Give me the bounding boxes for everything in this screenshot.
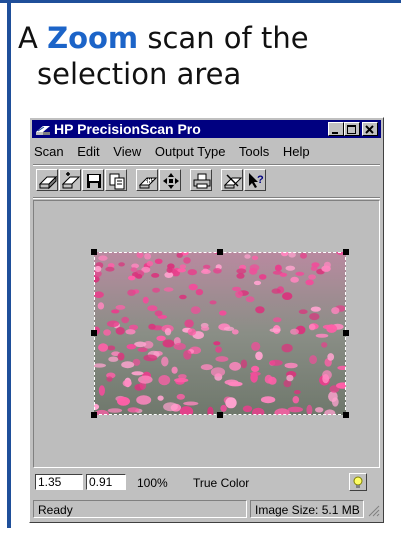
- copy-icon: [109, 173, 125, 190]
- menu-scan[interactable]: Scan: [34, 144, 64, 159]
- new-scan-button[interactable]: [59, 169, 81, 191]
- copy-button[interactable]: [105, 169, 127, 191]
- scan-icon: [39, 175, 57, 190]
- caption-line-2: selection area: [37, 57, 242, 91]
- minimize-button[interactable]: [328, 122, 344, 136]
- scanner-app-icon: [35, 122, 51, 141]
- status-pane: Ready: [33, 500, 247, 518]
- window-title: HP PrecisionScan Pro: [54, 121, 201, 137]
- print-button[interactable]: [190, 169, 212, 191]
- status-text: Ready: [38, 503, 73, 517]
- move-button[interactable]: [159, 169, 181, 191]
- caption-line-1: A Zoom scan of the: [18, 20, 388, 56]
- menu-tools[interactable]: Tools: [239, 144, 269, 159]
- selection-handle[interactable]: [217, 412, 223, 418]
- status-bar: Ready Image Size: 5.1 MB: [32, 499, 381, 519]
- selection-handle[interactable]: [91, 249, 97, 255]
- image-size: Image Size: 5.1 MB: [255, 503, 360, 517]
- scanner-window: HP PrecisionScan Pro Scan Edit View Outp…: [29, 117, 384, 523]
- minimize-icon: [332, 132, 338, 134]
- left-border: [7, 3, 11, 528]
- color-mode: True Color: [193, 476, 250, 490]
- measure-row: 1.35 0.91 100% True Color: [33, 473, 380, 493]
- caption: A Zoom scan of the selection area: [18, 20, 388, 92]
- close-button[interactable]: [362, 122, 378, 136]
- selection-handle[interactable]: [343, 412, 349, 418]
- bulb-button[interactable]: [349, 473, 367, 491]
- menu-bar: Scan Edit View Output Type Tools Help: [34, 142, 320, 162]
- zoom-level: 100%: [137, 476, 168, 490]
- menu-help[interactable]: Help: [283, 144, 310, 159]
- save-button[interactable]: [82, 169, 104, 191]
- resize-grip-icon[interactable]: [366, 503, 380, 517]
- menu-edit[interactable]: Edit: [77, 144, 99, 159]
- menu-output-type[interactable]: Output Type: [155, 144, 226, 159]
- preview-area[interactable]: [33, 200, 380, 468]
- svg-text:?: ?: [257, 174, 264, 186]
- maximize-button[interactable]: [344, 122, 360, 136]
- save-icon: [87, 174, 101, 188]
- caption-prefix: A: [18, 21, 48, 55]
- settings-button[interactable]: [221, 169, 243, 191]
- scan-button[interactable]: [36, 169, 58, 191]
- selection-handle[interactable]: [343, 330, 349, 336]
- selection-area[interactable]: [94, 252, 346, 415]
- selection-handle[interactable]: [343, 249, 349, 255]
- new-scan-icon: [62, 172, 80, 189]
- zoom-scan-button[interactable]: [136, 169, 158, 191]
- image-size-pane: Image Size: 5.1 MB: [250, 500, 364, 518]
- caption-suffix: scan of the: [138, 21, 309, 55]
- settings-icon: [224, 174, 242, 189]
- print-icon: [193, 173, 211, 189]
- selection-handle[interactable]: [91, 412, 97, 418]
- maximize-icon: [347, 125, 356, 134]
- selection-handle[interactable]: [91, 330, 97, 336]
- menu-view[interactable]: View: [113, 144, 141, 159]
- height-field[interactable]: 0.91: [86, 474, 126, 490]
- width-field[interactable]: 1.35: [35, 474, 83, 490]
- title-bar[interactable]: HP PrecisionScan Pro: [32, 120, 381, 138]
- top-border: [0, 0, 401, 3]
- close-icon: [365, 125, 374, 134]
- toolbar-separator: [33, 197, 380, 199]
- light-bulb-icon: [353, 476, 363, 488]
- help-pointer-icon: ?: [249, 173, 264, 188]
- selection-handle[interactable]: [217, 249, 223, 255]
- move-icon: [163, 173, 179, 189]
- zoom-scan-icon: [139, 177, 157, 189]
- help-pointer-button[interactable]: ?: [244, 169, 266, 191]
- menu-separator: [33, 164, 380, 166]
- caption-highlight: Zoom: [47, 21, 139, 55]
